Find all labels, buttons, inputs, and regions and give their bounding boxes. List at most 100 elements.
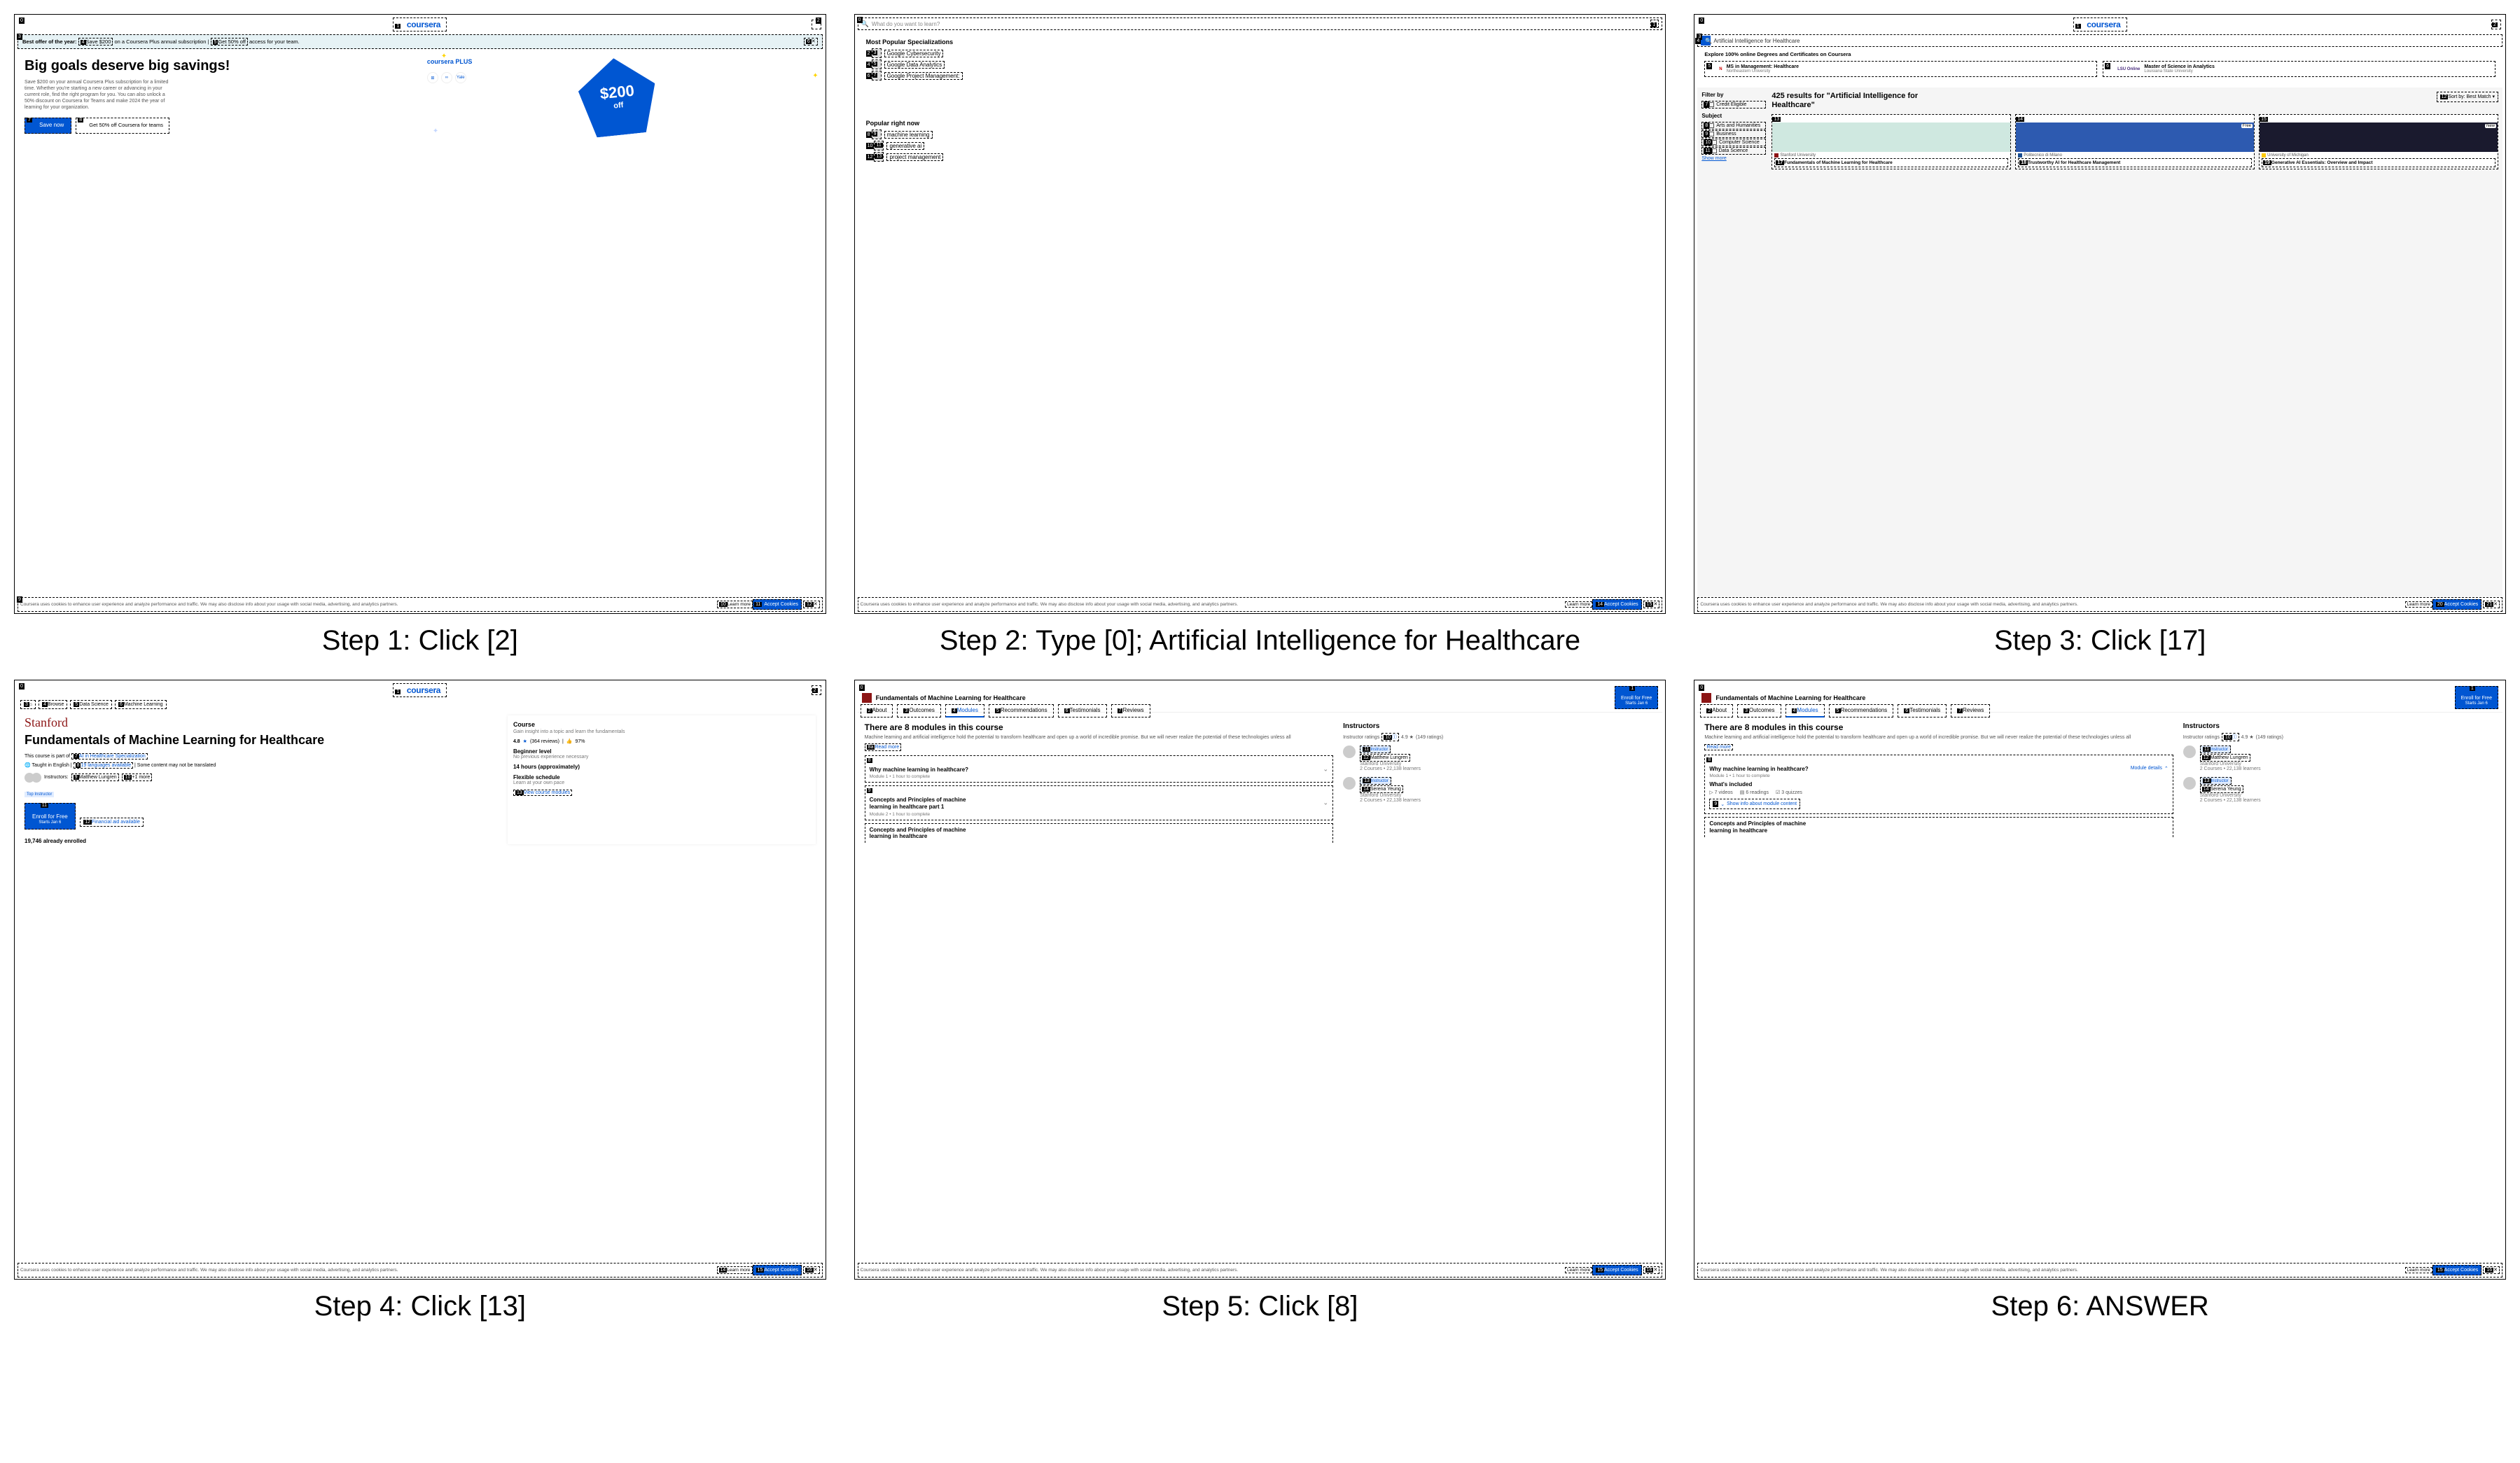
learn-more-link[interactable]: Learn more (1565, 1267, 1592, 1273)
trend-icon: 11 (874, 141, 884, 150)
list-item[interactable]: 8 9 machine learning (866, 130, 944, 139)
coursera-logo-box[interactable]: 1 coursera (393, 18, 447, 31)
cookie-close-icon[interactable]: 12✕ (803, 601, 820, 608)
cookie-close-icon[interactable]: 16✕ (803, 1266, 820, 1274)
module-card[interactable]: 9 Concepts and Principles of machine lea… (865, 785, 1333, 820)
filter-item[interactable]: 11Data Science (1701, 147, 1766, 155)
screenshot-step-6: 0 Fundamentals of Machine Learning for H… (1694, 680, 2506, 1280)
course-title[interactable]: 18Trustworthy AI for Healthcare Manageme… (2018, 158, 2252, 167)
info-icon[interactable]: 10ⓘ (1381, 733, 1399, 741)
cookie-close-icon[interactable]: 16✕ (2483, 1266, 2500, 1274)
cookie-bar: Coursera uses cookies to enhance user ex… (1697, 597, 2502, 612)
read-more-link[interactable]: 8aRead more (865, 743, 901, 751)
module-card[interactable]: Concepts and Principles of machine learn… (865, 823, 1333, 843)
tab-outcomes[interactable]: 3Outcomes (897, 704, 940, 718)
learn-more-link[interactable]: Learn more (2405, 1267, 2432, 1273)
list-item[interactable]: 4 5 Google Data Analytics (866, 59, 963, 69)
languages-link[interactable]: 819 languages available (74, 762, 134, 769)
tab-modules[interactable]: 4Modules (1785, 704, 1825, 718)
degree-card[interactable]: 6 LSU Online Master of Science in Analyt… (2103, 61, 2495, 77)
instructor-link[interactable]: 9Matthew Lungren (71, 774, 119, 781)
tab-row: 2About 3Outcomes 4Modules 5Recommendatio… (861, 704, 1660, 718)
tab-reviews[interactable]: 7Reviews (1951, 704, 1990, 718)
instructor-link[interactable]: 14Serena Yeung (1360, 785, 1403, 793)
specialization-link[interactable]: 7AI in Healthcare Specialization (71, 753, 148, 760)
save-now-button[interactable]: 7 Save now (25, 118, 71, 134)
quiz-icon: ☑ (1776, 790, 1780, 795)
read-more-link[interactable]: Read more (1704, 744, 1733, 750)
filter-credit[interactable]: 7Credit Eligible (1701, 101, 1766, 108)
get-off-link[interactable]: 5Get 50% off (211, 38, 248, 46)
tab-about[interactable]: 2About (1700, 704, 1733, 718)
more-instructors-link[interactable]: 10+1 more (122, 774, 153, 781)
tab-outcomes[interactable]: 3Outcomes (1737, 704, 1781, 718)
search-input[interactable]: 3 4🔍 Artificial Intelligence for Healthc… (1697, 34, 2502, 47)
course-card[interactable]: 15 New University of Michigan 19Generati… (2259, 114, 2498, 169)
save-link[interactable]: 4Save $200 (78, 38, 113, 46)
accept-cookies-button[interactable]: 20Accept Cookies (2432, 599, 2481, 610)
financial-aid-link[interactable]: 12Financial aid available (80, 818, 144, 827)
coursera-logo-box[interactable]: 1 coursera (2073, 18, 2127, 31)
tab-modules[interactable]: 4Modules (945, 704, 984, 718)
menu-icon[interactable]: 2 (812, 685, 821, 695)
tab-recs[interactable]: 5Recommendations (1829, 704, 1894, 718)
chevron-up-icon: ⌃ (2164, 766, 2169, 771)
crumb-home[interactable]: 3⌂ (20, 700, 36, 709)
module-card-expanded[interactable]: 8 Why machine learning in healthcare? Mo… (1704, 755, 2173, 815)
instructor-link[interactable]: 14Serena Yeung (2200, 785, 2243, 793)
show-info-link[interactable]: 9 ⌄ Show info about module content (1709, 799, 1800, 809)
caption: Step 2: Type [0]; Artificial Intelligenc… (940, 622, 1580, 659)
submit-search-icon[interactable]: 1 (1650, 20, 1659, 28)
tab-testimonials[interactable]: 6Testimonials (1058, 704, 1107, 718)
list-item[interactable]: 10 11 generative ai (866, 141, 944, 150)
coursera-logo-box[interactable]: 1 coursera (393, 683, 447, 697)
filter-item[interactable]: 8Arts and Humanities (1701, 122, 1766, 130)
instructor-link[interactable]: 12Matthew Lungren (1360, 754, 1410, 762)
filter-item[interactable]: 9Business (1701, 130, 1766, 138)
teams-offer-button[interactable]: 8 Get 50% off Coursera for teams (76, 118, 169, 134)
crumb-browse[interactable]: 4Browse (39, 700, 67, 709)
accept-cookies-button[interactable]: 15Accept Cookies (2432, 1265, 2481, 1275)
cookie-close-icon[interactable]: 15✕ (1643, 601, 1660, 608)
tab-reviews[interactable]: 7Reviews (1111, 704, 1150, 718)
learn-more-link[interactable]: 10Learn more (717, 601, 753, 608)
course-title[interactable]: 19Generative AI Essentials: Overview and… (2262, 158, 2495, 167)
module-card[interactable]: 8 Why machine learning in healthcare? Mo… (865, 755, 1333, 783)
accept-cookies-button[interactable]: 11Accept Cookies (753, 599, 802, 610)
learn-more-link[interactable]: 14Learn more (717, 1266, 753, 1274)
accept-cookies-button[interactable]: 15Accept Cookies (753, 1265, 802, 1275)
list-item[interactable]: 2 3 Google Cybersecurity (866, 48, 963, 58)
tab-testimonials[interactable]: 6Testimonials (1898, 704, 1947, 718)
learn-more-link[interactable]: Learn more (1565, 601, 1592, 608)
filter-item[interactable]: 10Computer Science (1701, 139, 1766, 146)
module-card[interactable]: Concepts and Principles of machine learn… (1704, 817, 2173, 836)
accept-cookies-button[interactable]: 14Accept Cookies (1592, 599, 1641, 610)
tab-about[interactable]: 2About (861, 704, 893, 718)
banner-close-icon[interactable]: 6✕ (804, 38, 818, 46)
list-item[interactable]: 12 13 project management (866, 152, 944, 162)
course-title[interactable]: 17Fundamentals of Machine Learning for H… (1774, 158, 2008, 167)
accept-cookies-button[interactable]: 15Accept Cookies (1592, 1265, 1641, 1275)
course-card[interactable]: 13 Stanford University 17Fundamentals of… (1771, 114, 2011, 169)
list-item[interactable]: 6 7 Google Project Management: (866, 71, 963, 80)
instructor-row: 11Instructor 12Matthew Lungren Stanford … (1343, 746, 1655, 771)
degree-card[interactable]: 5 N MS in Management: Healthcare Northea… (1704, 61, 2097, 77)
show-more-link[interactable]: Show more (1701, 156, 1766, 161)
crumb-ml[interactable]: 6Machine Learning (115, 700, 167, 709)
instructor-link[interactable]: 12Matthew Lungren (2200, 754, 2250, 762)
module-details-toggle[interactable]: Module details ⌃ (2131, 766, 2169, 771)
instructor-badge: 11Instructor (2200, 746, 2231, 753)
course-info-card: Course Gain insight into a topic and lea… (508, 715, 816, 844)
view-modules-link[interactable]: 13View course modules (513, 790, 572, 796)
tab-recs[interactable]: 5Recommendations (989, 704, 1054, 718)
cookie-close-icon[interactable]: 21✕ (2483, 601, 2500, 608)
learn-more-link[interactable]: Learn more (2405, 601, 2432, 608)
crumb-datascience[interactable]: 5Data Science (70, 700, 112, 709)
course-card[interactable]: 14 Free Politecnico di Milano 18Trustwor… (2015, 114, 2255, 169)
sort-dropdown[interactable]: 12Sort by: Best Match ▾ (2437, 92, 2498, 102)
cookie-close-icon[interactable]: 16✕ (1643, 1266, 1660, 1274)
enroll-button[interactable]: 11 Enroll for Free Starts Jan 6 (25, 803, 76, 830)
search-input[interactable]: 0 🔍 What do you want to learn? 1 (858, 18, 1663, 30)
info-icon[interactable]: 10ⓘ (2222, 733, 2239, 741)
menu-icon[interactable]: 2 (2491, 20, 2501, 29)
